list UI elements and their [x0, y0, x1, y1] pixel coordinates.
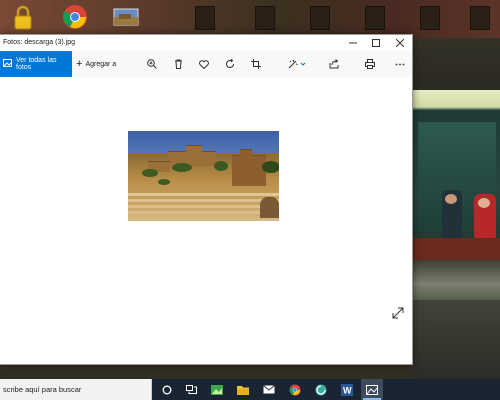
chrome-icon[interactable] — [284, 379, 306, 400]
photos-viewer-icon — [361, 379, 383, 400]
minimize-icon[interactable] — [341, 35, 365, 51]
toolbar: Ver todas las fotos + Agregar a — [0, 51, 412, 77]
crop-icon[interactable] — [246, 51, 266, 77]
more-icon[interactable] — [390, 51, 410, 77]
image-file-desktop-icon[interactable] — [113, 4, 139, 30]
edit-create-icon[interactable] — [284, 51, 310, 77]
file-explorer-icon[interactable] — [232, 379, 254, 400]
mail-icon[interactable] — [258, 379, 280, 400]
photos-app-icon[interactable] — [206, 379, 228, 400]
delete-icon[interactable] — [168, 51, 188, 77]
photos-icon — [3, 59, 12, 69]
search-placeholder: scribe aquí para buscar — [3, 385, 82, 394]
plus-icon: + — [76, 58, 83, 70]
window-title: Fotos: descarga (3).jpg — [3, 39, 75, 46]
photos-viewer-taskbar-button[interactable] — [361, 379, 383, 400]
chrome-desktop-icon[interactable] — [62, 4, 88, 30]
svg-text:W: W — [343, 385, 352, 395]
share-icon[interactable] — [324, 51, 344, 77]
cortana-icon[interactable] — [156, 379, 178, 400]
wallpaper-diner — [412, 90, 500, 260]
zoom-in-icon[interactable] — [142, 51, 162, 77]
print-icon[interactable] — [360, 51, 380, 77]
lock-folder-icon[interactable] — [10, 4, 36, 30]
app-icon[interactable] — [310, 379, 332, 400]
close-icon[interactable] — [388, 35, 412, 51]
fullscreen-expand-icon[interactable] — [392, 307, 406, 321]
add-to-label: Agregar a — [85, 60, 117, 68]
task-view-icon[interactable] — [180, 379, 202, 400]
displayed-photo[interactable] — [128, 131, 279, 221]
word-icon[interactable]: W — [336, 379, 358, 400]
add-to-button[interactable]: + Agregar a — [76, 51, 116, 77]
favorite-icon[interactable] — [194, 51, 214, 77]
taskbar-search-box[interactable]: scribe aquí para buscar — [0, 379, 152, 400]
view-all-photos-button[interactable]: Ver todas las fotos — [0, 51, 72, 77]
view-all-photos-label: Ver todas las fotos — [16, 57, 57, 71]
title-bar[interactable]: Fotos: descarga (3).jpg — [0, 35, 412, 52]
maximize-icon[interactable] — [364, 35, 388, 51]
taskbar: scribe aquí para buscar W — [0, 379, 500, 400]
rotate-icon[interactable] — [220, 51, 240, 77]
